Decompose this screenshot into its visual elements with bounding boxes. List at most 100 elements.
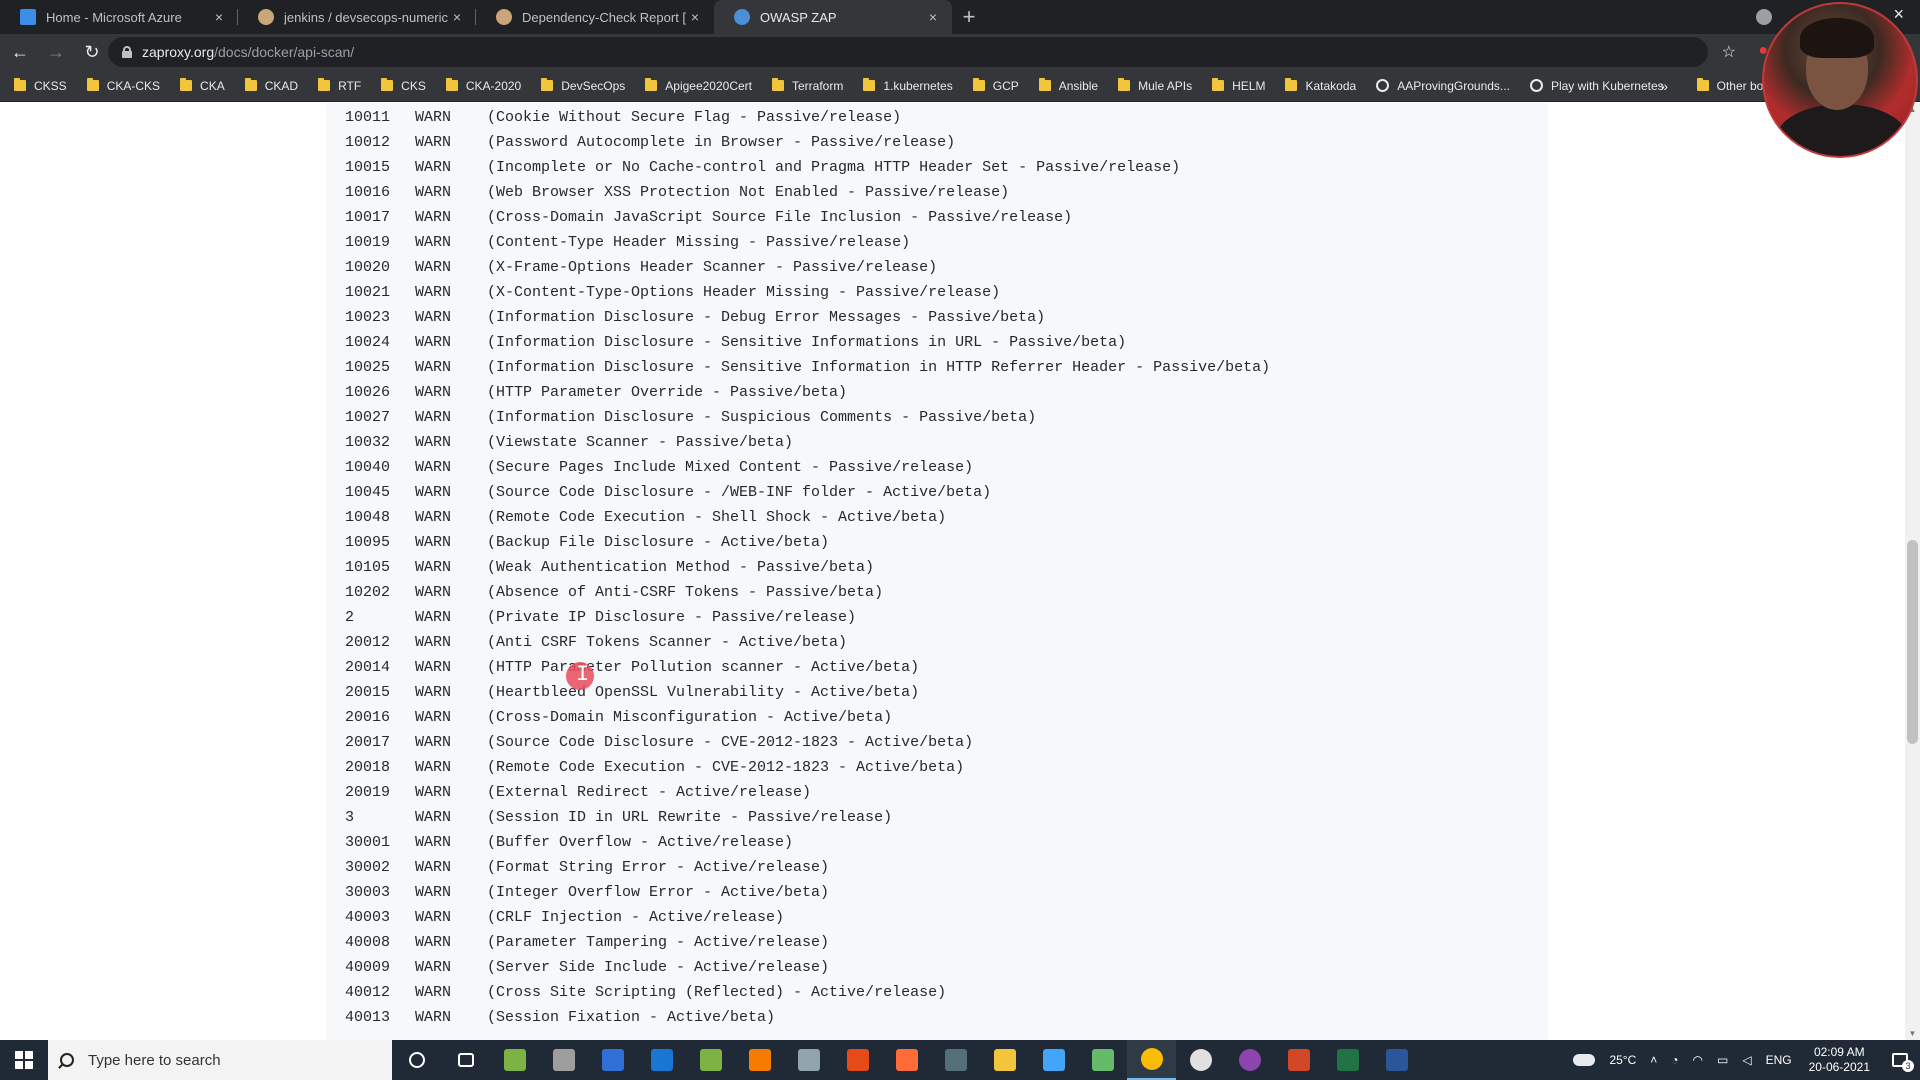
taskbar-search-box[interactable]: Type here to search (48, 1040, 392, 1080)
bookmark-item[interactable]: CKA-2020 (445, 78, 521, 93)
bookmark-item[interactable]: CKA-CKS (86, 78, 160, 93)
rule-description: (Cookie Without Secure Flag - Passive/re… (487, 109, 902, 126)
weather-temperature[interactable]: 25°C (1609, 1053, 1636, 1067)
rule-level: WARN (415, 359, 452, 376)
tab-3[interactable]: Dependency-Check Report [Jenki× (476, 0, 714, 34)
postman-icon[interactable] (882, 1040, 931, 1080)
page-scrollbar[interactable]: ▲ ▼ (1905, 103, 1920, 1040)
rule-description: (Anti CSRF Tokens Scanner - Active/beta) (487, 634, 848, 651)
app-icon[interactable] (833, 1040, 882, 1080)
bookmark-item[interactable]: CKS (381, 78, 426, 93)
bookmark-item[interactable]: RTF (318, 78, 361, 93)
bookmark-item[interactable]: Apigee2020Cert (645, 78, 752, 93)
battery-icon[interactable]: ▭ (1717, 1053, 1728, 1067)
back-icon[interactable]: ← (4, 36, 36, 68)
cortana-icon[interactable] (392, 1040, 441, 1080)
word-icon[interactable] (1372, 1040, 1421, 1080)
address-bar[interactable]: zaproxy.org /docs/docker/api-scan/ (108, 37, 1708, 67)
terminal-icon[interactable] (784, 1040, 833, 1080)
azure-icon (20, 9, 36, 25)
start-button[interactable] (0, 1040, 48, 1080)
notepad-icon[interactable] (490, 1040, 539, 1080)
bookmark-item[interactable]: AAProvingGrounds... (1376, 79, 1510, 93)
rule-level: WARN (415, 159, 452, 176)
powerpoint-icon[interactable] (1274, 1040, 1323, 1080)
bookmark-item[interactable]: Ansible (1038, 78, 1098, 93)
weather-cloud-icon[interactable] (1573, 1054, 1596, 1066)
tab-2[interactable]: jenkins / devsecops-numeric-app× (238, 0, 476, 34)
excel-icon[interactable] (1323, 1040, 1372, 1080)
rule-id: 10015 (345, 159, 391, 176)
windows-taskbar: Type here to search 25°C ˄ ◔ ◠ ▭ ◁ ENG 0… (0, 1040, 1920, 1080)
folder-icon (381, 78, 394, 91)
folder-icon (445, 78, 458, 91)
other-bookmarks-folder[interactable]: Other boo (1696, 78, 1770, 93)
rule-description: (X-Content-Type-Options Header Missing -… (487, 284, 1001, 301)
window-close-button[interactable]: × (1893, 4, 1904, 25)
rule-row: 10016 WARN (Web Browser XSS Protection Not… (345, 180, 1270, 205)
network-tray-icon[interactable]: ◔ (1671, 1053, 1678, 1067)
greenshot-icon[interactable] (686, 1040, 735, 1080)
file-explorer-icon[interactable] (980, 1040, 1029, 1080)
tab-close-icon[interactable]: × (210, 9, 228, 25)
tab-4[interactable]: OWASP ZAP × (714, 0, 952, 34)
chrome-icon[interactable] (1127, 1040, 1176, 1080)
rule-row: 40013 WARN (Session Fixation - Active/beta… (345, 1005, 1270, 1030)
tab-search-icon[interactable] (1756, 9, 1772, 25)
bookmark-item[interactable]: Play with Kubernetes (1529, 78, 1664, 93)
rule-id: 10032 (345, 434, 391, 451)
obs-icon[interactable] (1176, 1040, 1225, 1080)
language-indicator[interactable]: ENG (1766, 1053, 1792, 1067)
rule-id: 10048 (345, 509, 391, 526)
bookmark-label: Play with Kubernetes (1550, 78, 1664, 93)
rule-row: 20017 WARN (Source Code Disclosure - CVE-2… (345, 730, 1270, 755)
notification-center-icon[interactable]: 3 (1880, 1040, 1920, 1080)
calculator-icon[interactable] (539, 1040, 588, 1080)
tab-close-icon[interactable]: × (448, 9, 466, 25)
tab-close-icon[interactable]: × (686, 9, 704, 25)
new-tab-button[interactable]: + (952, 0, 986, 34)
rule-row: 40008 WARN (Parameter Tampering - Active/r… (345, 930, 1270, 955)
taskbar-clock[interactable]: 02:09 AM 20-06-2021 (1809, 1045, 1870, 1075)
lock-icon[interactable] (122, 46, 132, 58)
bookmark-item[interactable]: DevSecOps (541, 78, 625, 93)
bookmark-item[interactable]: Katakoda (1285, 78, 1356, 93)
bookmark-item[interactable]: CKA (180, 78, 225, 93)
bookmark-item[interactable]: CKAD (244, 78, 298, 93)
bookmark-item[interactable]: Mule APIs (1118, 78, 1192, 93)
rule-level: WARN (415, 984, 452, 1001)
scrollbar-thumb[interactable] (1907, 540, 1918, 744)
rule-description: (Source Code Disclosure - CVE-2012-1823 … (487, 734, 974, 751)
bookmark-item[interactable]: 1.kubernetes (863, 78, 953, 93)
powershell-icon[interactable] (588, 1040, 637, 1080)
rule-level: WARN (415, 209, 452, 226)
bookmarks-overflow-button[interactable]: » (1660, 78, 1668, 94)
pen-icon[interactable] (1078, 1040, 1127, 1080)
reload-icon[interactable]: ↻ (76, 36, 108, 68)
bookmark-item[interactable]: Terraform (772, 78, 843, 93)
snipping-icon[interactable] (931, 1040, 980, 1080)
folder-icon (645, 78, 658, 91)
tab-close-icon[interactable]: × (924, 9, 942, 25)
task-view-icon[interactable] (441, 1040, 490, 1080)
rule-description: (Cross Site Scripting (Reflected) - Acti… (487, 984, 947, 1001)
rule-level: WARN (415, 559, 452, 576)
volume-icon[interactable]: ◁ (1742, 1053, 1751, 1067)
bookmark-item[interactable]: HELM (1212, 78, 1265, 93)
star-bookmark-icon[interactable]: ☆ (1722, 42, 1736, 62)
scroll-down-arrow-icon[interactable]: ▼ (1908, 1029, 1917, 1038)
tray-expand-icon[interactable]: ˄ (1650, 1053, 1657, 1067)
github-icon[interactable] (1225, 1040, 1274, 1080)
network-icon[interactable] (1029, 1040, 1078, 1080)
wifi-icon[interactable]: ◠ (1693, 1053, 1703, 1067)
rule-row: 10026 WARN (HTTP Parameter Override - Pass… (345, 380, 1270, 405)
bookmark-item[interactable]: GCP (972, 78, 1019, 93)
rule-description: (Password Autocomplete in Browser - Pass… (487, 134, 956, 151)
tab-1[interactable]: Home - Microsoft Azure × (0, 0, 238, 34)
rule-id: 10011 (345, 109, 391, 126)
bookmark-item[interactable]: CKSS (14, 78, 67, 93)
forward-icon[interactable]: → (40, 36, 72, 68)
search-icon (60, 1053, 74, 1067)
sublime-icon[interactable] (735, 1040, 784, 1080)
outlook-icon[interactable] (637, 1040, 686, 1080)
